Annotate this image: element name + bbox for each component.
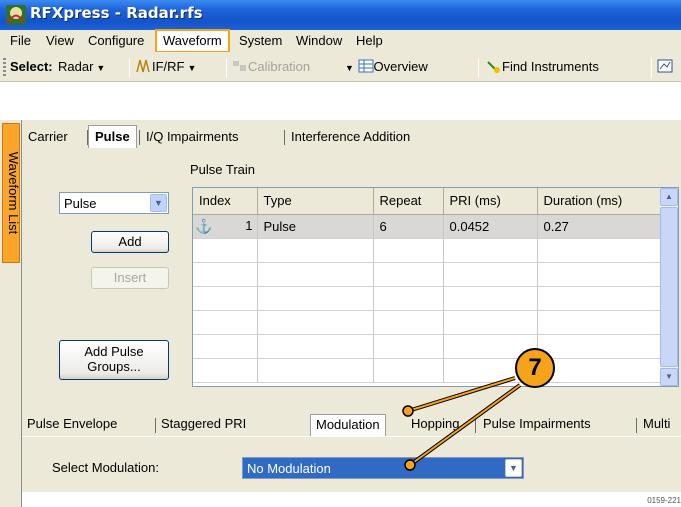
graph-button[interactable]	[657, 59, 673, 74]
tab-hopping[interactable]: Hopping	[406, 414, 464, 436]
table-row[interactable]	[193, 286, 661, 311]
menu-help[interactable]: Help	[350, 30, 389, 52]
pulse-panel: Pulse Train Pulse ▼ Add Insert Add Pulse…	[26, 148, 679, 410]
type-cell[interactable]: Pulse	[257, 214, 374, 239]
pulse-type-select[interactable]: Pulse ▼	[59, 192, 169, 214]
modulation-select[interactable]: No Modulation ▼	[242, 457, 524, 479]
sub-tab-row: Pulse Envelope Staggered PRI Modulation …	[22, 412, 681, 436]
tab-staggered-pri[interactable]: Staggered PRI	[156, 414, 251, 436]
pulse-train-table[interactable]: Index Type Repeat PRI (ms) Duration (ms)…	[192, 187, 679, 387]
select-label: Select:	[10, 59, 53, 74]
column-header-type[interactable]: Type	[257, 188, 374, 215]
insert-button[interactable]: Insert	[91, 267, 169, 289]
column-header-repeat[interactable]: Repeat	[373, 188, 444, 215]
tab-separator	[636, 418, 637, 433]
add-pulse-groups-button[interactable]: Add Pulse Groups...	[59, 340, 169, 380]
tab-pulse[interactable]: Pulse	[88, 125, 137, 148]
anchor-icon: ⚓	[195, 217, 213, 234]
tab-multi[interactable]: Multi	[638, 414, 675, 436]
toolbar-separator	[478, 58, 479, 78]
find-instruments-button[interactable]: Find Instruments	[486, 59, 599, 74]
menu-window[interactable]: Window	[290, 30, 348, 52]
menu-bar: File View Configure Waveform System Wind…	[0, 29, 681, 53]
title-bar: RFXpress - Radar.rfs	[0, 0, 681, 30]
ifrf-button[interactable]: IF/RF ▼	[136, 59, 196, 74]
table-scrollbar[interactable]: ▲ ▼	[660, 188, 678, 386]
tab-iq-impairments[interactable]: I/Q Impairments	[140, 126, 244, 148]
menu-configure[interactable]: Configure	[82, 30, 150, 52]
calibration-icon	[233, 61, 246, 71]
column-header-duration[interactable]: Duration (ms)	[537, 188, 661, 215]
toolbar-grip[interactable]	[3, 58, 6, 78]
modulation-panel: Select Modulation: No Modulation ▼	[22, 436, 681, 492]
pri-cell[interactable]: 0.0452	[443, 214, 538, 239]
table-row[interactable]	[193, 334, 661, 359]
tab-modulation[interactable]: Modulation	[310, 414, 386, 436]
app-icon	[6, 5, 26, 25]
chevron-down-icon[interactable]: ▼	[505, 459, 522, 477]
tab-interference-addition[interactable]: Interference Addition	[285, 126, 416, 148]
select-modulation-label: Select Modulation:	[52, 460, 159, 475]
pulse-train-label: Pulse Train	[190, 162, 256, 177]
repeat-cell[interactable]: 6	[373, 214, 444, 239]
pulse-train-grid: Index Type Repeat PRI (ms) Duration (ms)…	[193, 188, 661, 383]
tab-pulse-impairments[interactable]: Pulse Impairments	[478, 414, 596, 436]
overview-icon	[358, 59, 374, 73]
chevron-down-icon[interactable]: ▼	[150, 194, 167, 212]
add-pulse-groups-line2: Groups...	[87, 359, 141, 374]
add-button[interactable]: Add	[91, 231, 169, 253]
menu-file[interactable]: File	[4, 30, 37, 52]
graph-icon	[657, 59, 673, 73]
table-row[interactable]	[193, 262, 661, 287]
table-header-row: Index Type Repeat PRI (ms) Duration (ms)	[193, 188, 661, 215]
toolbar: Select: Radar ▼ IF/RF ▼ Calibration ▼ Over…	[0, 52, 681, 82]
overview-button[interactable]: ▼ Overview	[342, 59, 428, 74]
window-title: RFXpress - Radar.rfs	[30, 4, 203, 22]
find-instruments-icon	[487, 61, 500, 73]
waveform-list-tab[interactable]: Waveform List	[2, 123, 21, 263]
table-row[interactable]: ⚓ 1 Pulse 6 0.0452 0.27	[193, 214, 661, 239]
tab-separator	[475, 418, 476, 433]
side-tab-strip: Waveform List	[0, 120, 22, 507]
index-cell[interactable]: ⚓ 1	[193, 214, 258, 239]
table-row[interactable]	[193, 358, 661, 383]
toolbar-separator	[129, 58, 130, 78]
select-dropdown[interactable]: Radar ▼	[58, 59, 105, 74]
table-row[interactable]	[193, 238, 661, 263]
add-pulse-groups-line1: Add Pulse	[84, 344, 144, 359]
scrollbar-thumb[interactable]	[660, 207, 678, 367]
figure-code: 0159-221	[647, 496, 681, 505]
callout-number: 7	[528, 354, 542, 381]
table-row[interactable]	[193, 310, 661, 335]
menu-waveform[interactable]: Waveform	[155, 29, 230, 53]
column-header-pri[interactable]: PRI (ms)	[443, 188, 538, 215]
toolbar-separator	[226, 58, 227, 78]
column-header-index[interactable]: Index	[193, 188, 258, 215]
calibration-button[interactable]: Calibration	[232, 59, 310, 74]
tab-pulse-envelope[interactable]: Pulse Envelope	[22, 414, 122, 436]
scroll-down-icon[interactable]: ▼	[660, 368, 678, 386]
main-panel: Carrier Pulse I/Q Impairments Interferen…	[22, 120, 681, 492]
menu-system[interactable]: System	[233, 30, 288, 52]
ifrf-icon	[136, 59, 150, 73]
menu-view[interactable]: View	[40, 30, 80, 52]
duration-cell[interactable]: 0.27	[537, 214, 661, 239]
toolbar-separator	[651, 58, 652, 78]
scroll-up-icon[interactable]: ▲	[660, 188, 678, 206]
tab-carrier[interactable]: Carrier	[22, 126, 74, 148]
